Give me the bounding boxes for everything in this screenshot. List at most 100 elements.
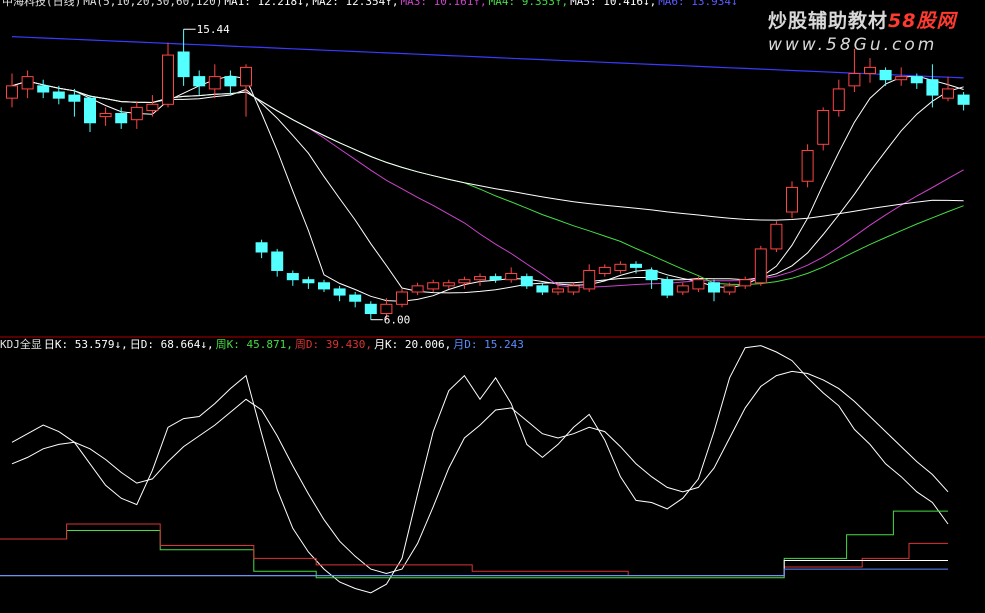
high-annotation: 15.44 <box>197 23 230 36</box>
candle-body <box>427 282 440 290</box>
candle <box>598 264 611 277</box>
candle <box>333 285 346 302</box>
candle-body <box>708 282 720 293</box>
kdj-legend-item-0: KDJ全显 <box>0 338 42 351</box>
candle <box>146 95 159 117</box>
candle-body <box>942 88 954 99</box>
candle-body <box>240 66 252 87</box>
candle-body <box>536 285 549 293</box>
candle-body <box>224 76 237 87</box>
candle-body <box>364 303 377 315</box>
candle-body <box>458 279 471 284</box>
kdj-legend-item-4: 周D: 39.430, <box>294 338 373 351</box>
candle-body <box>333 288 346 296</box>
candle-body <box>598 266 611 275</box>
candle <box>520 273 533 289</box>
candle <box>708 279 720 302</box>
price-legend-item-0: 中海科技(日线) <box>2 0 82 8</box>
kdj-legend-item-2: 日D: 68.664↓, <box>129 338 214 351</box>
candle <box>879 67 892 86</box>
candle-body <box>349 294 362 302</box>
candle <box>458 276 471 289</box>
candle-body <box>895 76 908 81</box>
low-annotation: 6.00 <box>384 314 411 327</box>
kdj-series-5 <box>0 568 948 577</box>
candle-body <box>614 263 627 271</box>
kdj-series-2 <box>0 510 948 579</box>
candle <box>84 95 96 132</box>
candle <box>739 276 752 289</box>
candle <box>99 107 112 126</box>
kdj-series-0 <box>11 345 949 594</box>
watermark-brand: 58股网 <box>888 10 957 32</box>
candle <box>396 288 408 308</box>
candle-body <box>193 76 206 87</box>
candle <box>6 73 18 108</box>
candle-body <box>474 276 486 281</box>
candle <box>474 273 486 286</box>
price-legend-item-3: MA2: 12.354↑, <box>312 0 399 8</box>
candle-body <box>552 288 564 293</box>
candle <box>442 279 455 289</box>
price-legend-item-1: MA(5,10,20,30,60,120) <box>83 0 223 8</box>
candle-body <box>676 285 689 293</box>
candle-body <box>442 282 455 287</box>
candle-body <box>271 251 284 271</box>
candle-body <box>832 88 845 111</box>
candle-body <box>770 223 783 250</box>
candle-body <box>505 273 518 281</box>
candle <box>489 273 502 283</box>
candle <box>271 248 284 277</box>
candle <box>895 67 908 86</box>
price-legend-item-4: MA3: 10.161↑, <box>400 0 487 8</box>
price-legend-item-7: MA6: 13.934↓ <box>658 0 738 8</box>
candle <box>957 92 970 111</box>
kdj-series-4 <box>0 560 948 577</box>
candle-body <box>411 285 424 293</box>
candle-body <box>146 103 159 111</box>
candle-body <box>910 76 923 84</box>
price-legend: 中海科技(日线) MA(5,10,20,30,60,120) MA1: 12.218… <box>2 0 740 8</box>
candle-body <box>255 242 268 253</box>
candle-body <box>130 106 143 121</box>
candle <box>193 70 206 96</box>
price-legend-item-2: MA1: 12.218↓, <box>224 0 311 8</box>
candle-body <box>754 248 767 284</box>
candle-body <box>99 113 112 118</box>
candle <box>318 279 330 292</box>
candle <box>224 70 237 96</box>
candle <box>754 245 767 286</box>
kdj-series-1 <box>11 370 949 575</box>
candle-body <box>957 94 970 105</box>
watermark-text: 炒股辅助教材 <box>768 10 889 32</box>
candle-body <box>645 269 658 281</box>
candle-body <box>302 279 315 284</box>
candle <box>427 279 440 292</box>
candle <box>864 58 876 83</box>
candle <box>505 267 518 283</box>
candle <box>255 239 268 259</box>
kdj-panel <box>0 345 949 594</box>
candle <box>364 301 377 320</box>
candle-body <box>115 113 128 124</box>
watermark: 炒股辅助教材58股网 <box>768 6 956 33</box>
price-legend-item-6: MA5: 10.416↓, <box>570 0 657 8</box>
candle <box>786 181 798 219</box>
candle-body <box>692 279 705 290</box>
candle <box>848 48 861 92</box>
candle-body <box>817 109 830 145</box>
candle <box>286 270 299 286</box>
candle <box>162 42 174 108</box>
candle <box>614 261 627 274</box>
candle <box>801 144 814 188</box>
candle-body <box>801 149 814 182</box>
candle <box>177 29 190 86</box>
candle-body <box>864 66 876 75</box>
candle-body <box>723 285 736 293</box>
chart-stage: 15.44 6.00 <box>0 23 985 594</box>
candle <box>926 64 939 108</box>
candle-body <box>6 85 18 99</box>
candle-body <box>380 303 393 315</box>
candle <box>130 101 143 129</box>
price-panel: 15.44 6.00 <box>6 23 970 327</box>
